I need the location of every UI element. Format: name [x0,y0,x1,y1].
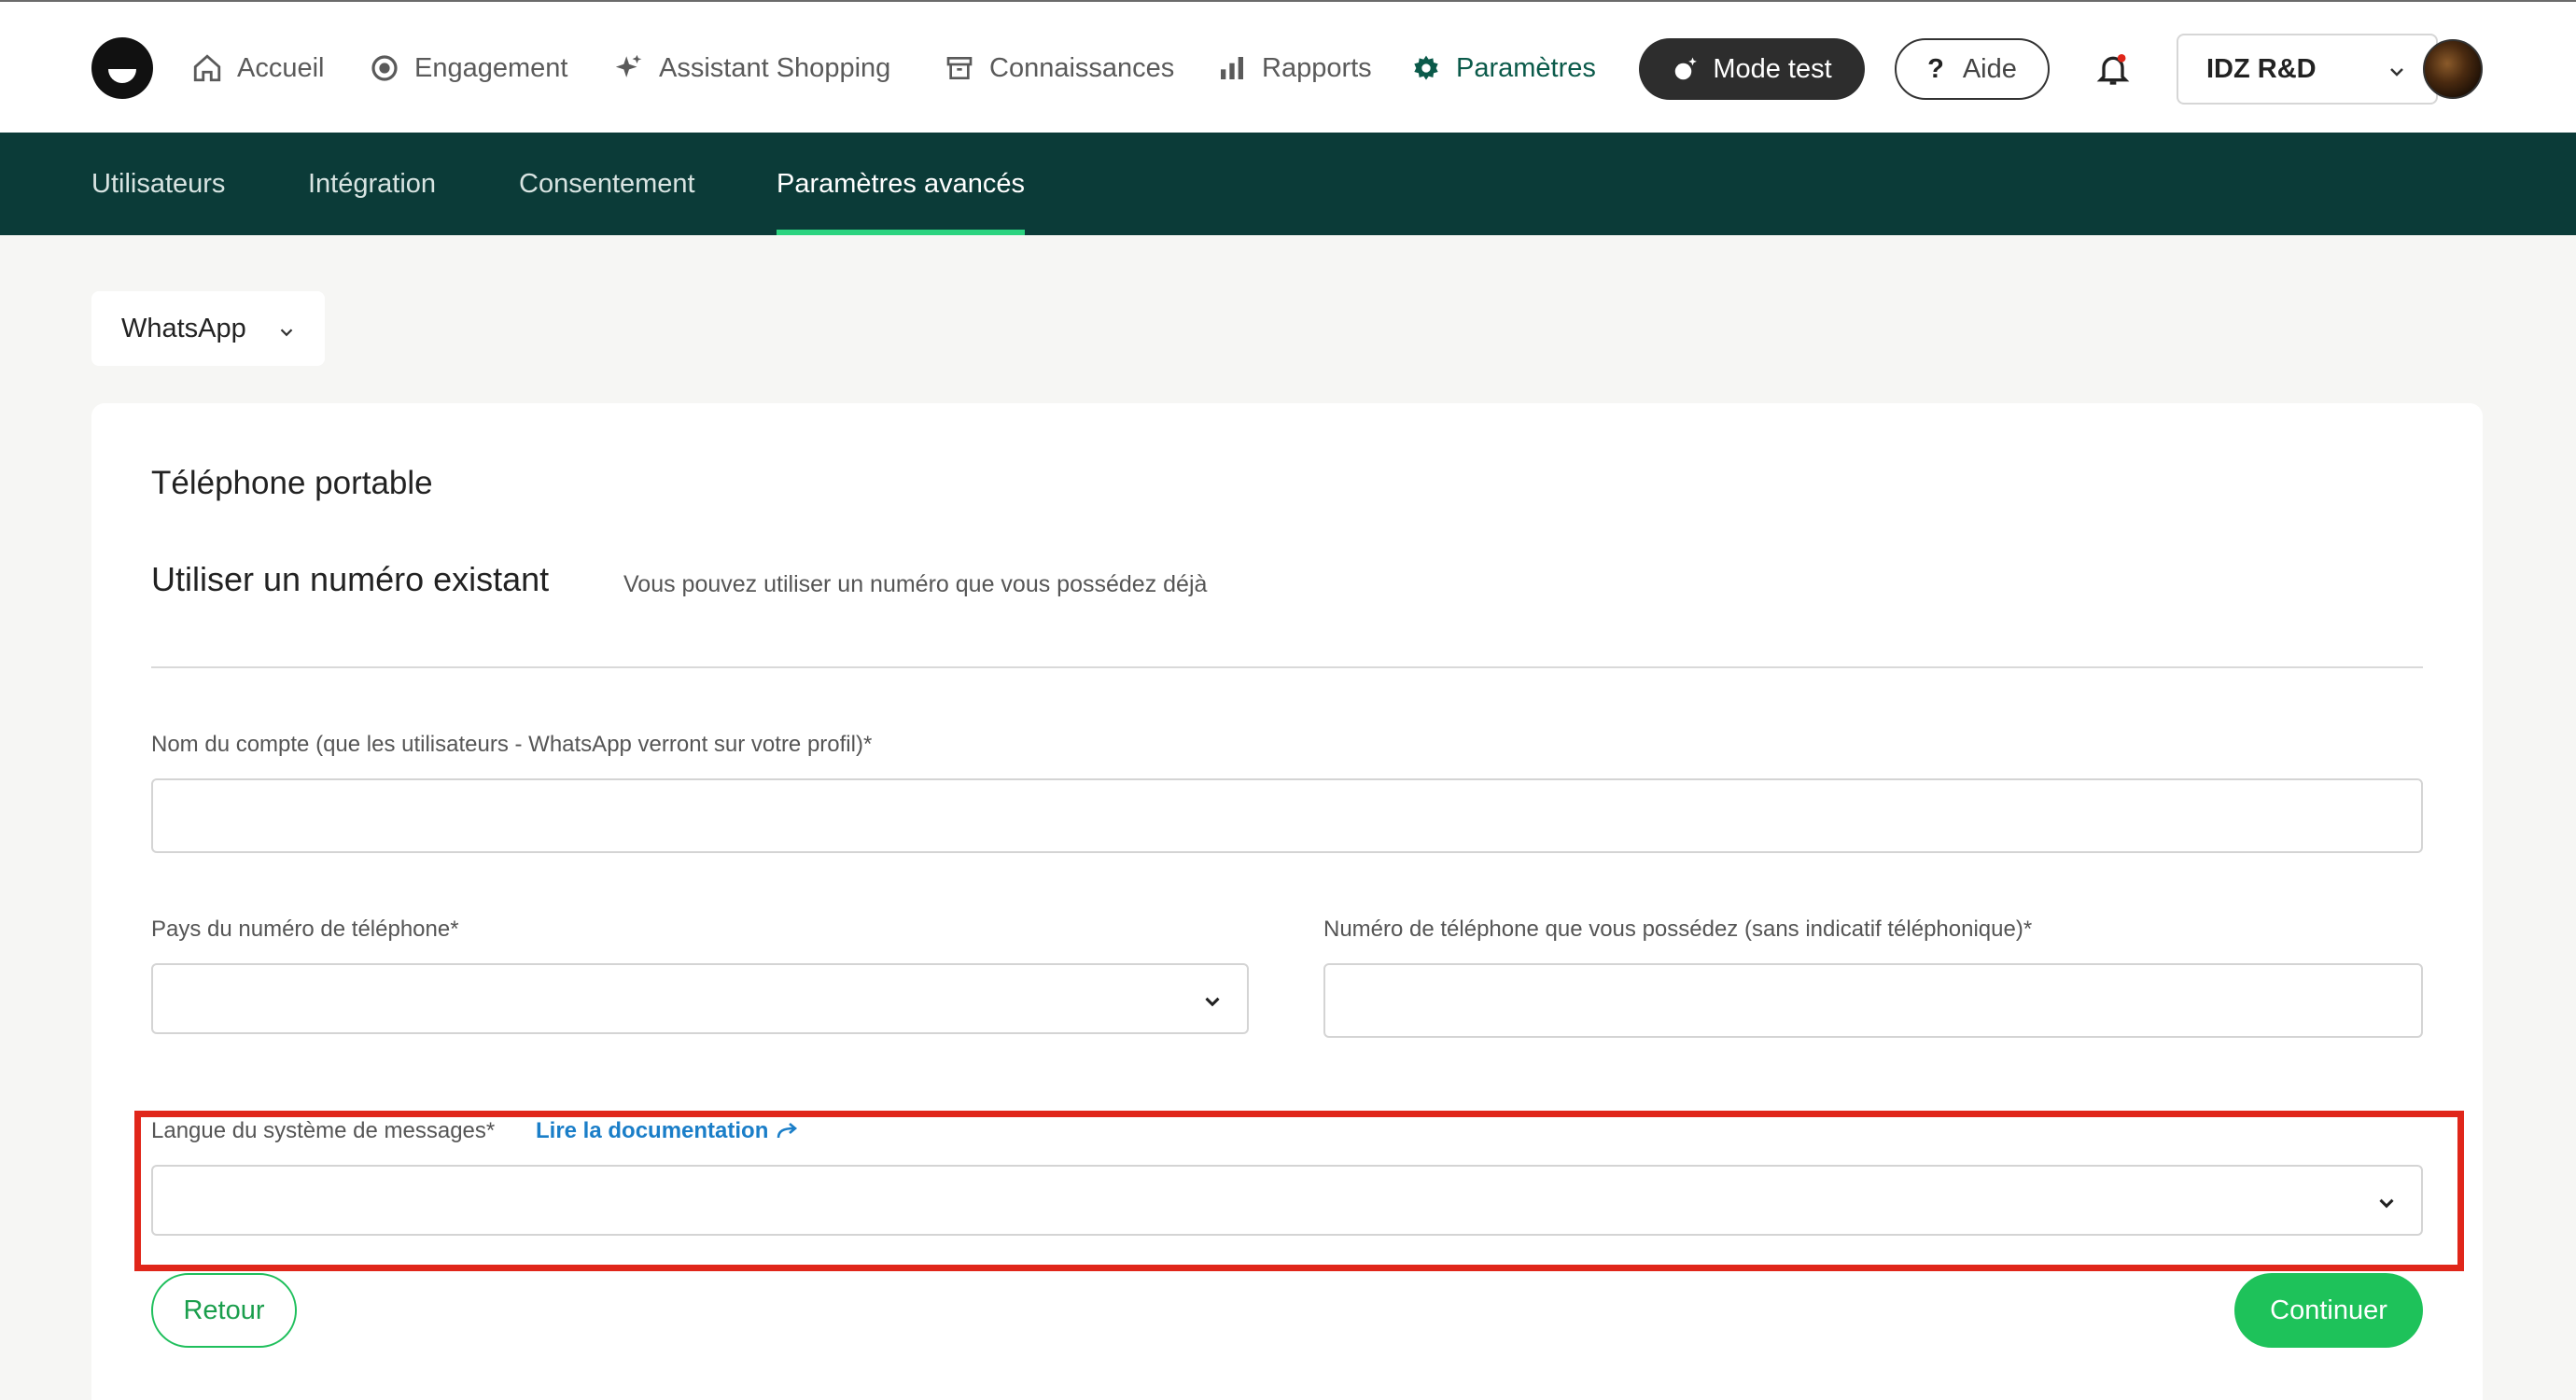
country-label: Pays du numéro de téléphone* [151,917,459,942]
notification-bell-icon[interactable] [2094,50,2132,88]
chevron-down-icon [1200,989,1225,1018]
channel-select[interactable]: WhatsApp [91,291,325,366]
nav-item-parametres[interactable]: Paramètres [1409,49,1596,88]
tab-parametres-avances[interactable]: Paramètres avancés [777,133,1025,235]
target-icon [368,51,401,85]
mode-test-button[interactable]: Mode test [1639,38,1865,100]
organization-select[interactable]: IDZ R&D [2177,34,2438,105]
nav-label: Paramètres [1456,52,1596,83]
country-select[interactable] [151,963,1249,1034]
language-select[interactable] [151,1165,2423,1236]
continue-button-label: Continuer [2270,1295,2387,1325]
redo-arrow-icon [776,1121,800,1141]
nav-item-engagement[interactable]: Engagement [368,49,567,88]
question-mark-icon: ? [1927,53,1944,84]
back-button-label: Retour [183,1295,265,1325]
bar-chart-icon [1215,51,1249,85]
section-description: Vous pouvez utiliser un numéro que vous … [623,571,1208,597]
nav-label: Accueil [237,52,325,83]
top-navigation-bar: Accueil Engagement Assistant Shopping Co… [0,0,2576,133]
account-name-label: Nom du compte (que les utilisateurs - Wh… [151,732,873,757]
divider [151,666,2423,668]
card-title: Téléphone portable [151,465,433,501]
nav-label: Engagement [414,52,568,83]
back-button[interactable]: Retour [151,1273,297,1348]
home-icon [190,51,224,85]
nav-label: Rapports [1262,52,1372,83]
help-label: Aide [1962,53,2017,84]
tab-utilisateurs[interactable]: Utilisateurs [91,133,225,235]
continue-button[interactable]: Continuer [2234,1273,2423,1348]
organization-name: IDZ R&D [2206,53,2317,84]
chevron-down-icon [2374,1191,2399,1220]
tab-integration[interactable]: Intégration [308,133,436,235]
test-tube-icon [1672,55,1700,83]
language-label: Langue du système de messages* [151,1118,496,1143]
channel-select-value: WhatsApp [121,313,246,343]
help-button[interactable]: ? Aide [1895,38,2050,100]
read-documentation-link[interactable]: Lire la documentation [536,1118,800,1144]
phone-number-label: Numéro de téléphone que vous possédez (s… [1323,917,2033,942]
tab-label: Intégration [308,168,437,199]
section-title: Utiliser un numéro existant [151,560,550,598]
chevron-down-icon [2386,60,2408,91]
nav-item-assistant-shopping[interactable]: Assistant Shopping [612,49,890,88]
tab-label: Utilisateurs [91,168,226,199]
nav-item-rapports[interactable]: Rapports [1215,49,1372,88]
chevron-down-icon [276,319,297,350]
tab-label: Consentement [519,168,695,199]
user-avatar[interactable] [2423,39,2483,99]
nav-label: Connaissances [989,52,1175,83]
nav-item-connaissances[interactable]: Connaissances [943,49,1174,88]
tab-consentement[interactable]: Consentement [519,133,695,235]
phone-settings-card: Téléphone portable Utiliser un numéro ex… [91,403,2483,1400]
mode-test-label: Mode test [1713,53,1832,84]
phone-number-input[interactable] [1323,963,2423,1038]
gear-icon [1409,51,1443,85]
account-name-input[interactable] [151,778,2423,853]
nav-label: Assistant Shopping [659,52,891,83]
tab-label: Paramètres avancés [777,168,1025,199]
doc-link-label: Lire la documentation [536,1118,769,1143]
settings-subnav: Utilisateurs Intégration Consentement Pa… [0,133,2576,235]
sparkle-icon [612,51,646,85]
archive-icon [943,51,976,85]
nav-item-accueil[interactable]: Accueil [190,49,325,88]
app-logo[interactable] [91,37,153,99]
